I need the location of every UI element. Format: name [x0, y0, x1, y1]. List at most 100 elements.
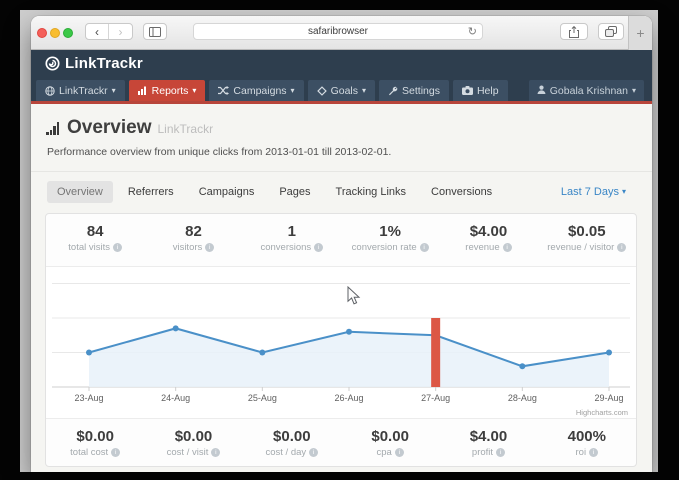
chevron-down-icon: ▾ — [362, 87, 366, 95]
info-icon[interactable]: i — [205, 243, 214, 252]
stat-revenue-visitor: $0.05 revenue / visitori — [538, 214, 636, 266]
tab-overview-button[interactable] — [598, 23, 624, 40]
stat-total-visits: 84total visitsi — [46, 214, 144, 266]
stat-revenue: $4.00revenuei — [439, 214, 537, 266]
address-bar-text: safaribrowser — [194, 26, 482, 37]
address-bar[interactable]: safaribrowser ↻ — [193, 23, 483, 40]
stat-value: $0.00 — [243, 428, 341, 445]
page-content: Overview LinkTrackr Performance overview… — [31, 104, 652, 472]
forward-button[interactable]: › — [109, 24, 132, 39]
stats-row-top: 84total visitsi82visitorsi1conversionsi1… — [46, 214, 636, 266]
date-range-label: Last 7 Days — [561, 186, 619, 198]
stat-label: total visits — [68, 242, 110, 253]
close-window-button[interactable] — [37, 28, 47, 38]
nav-label: LinkTrackr — [59, 85, 108, 97]
nav-item-settings[interactable]: Settings — [379, 80, 449, 101]
back-button[interactable]: ‹ — [86, 24, 109, 39]
header-divider — [31, 171, 652, 172]
info-icon[interactable]: i — [395, 448, 404, 457]
svg-text:27-Aug: 27-Aug — [421, 393, 450, 403]
nav-item-campaigns[interactable]: Campaigns ▾ — [209, 80, 303, 101]
info-icon[interactable]: i — [113, 243, 122, 252]
zoom-window-button[interactable] — [63, 28, 73, 38]
user-menu[interactable]: Gobala Krishnan ▾ — [529, 80, 644, 101]
stat-visitors: 82 visitorsi — [144, 214, 242, 266]
info-icon[interactable]: i — [589, 448, 598, 457]
svg-text:25-Aug: 25-Aug — [248, 393, 277, 403]
svg-text:28-Aug: 28-Aug — [508, 393, 537, 403]
stat-conversion-rate: 1%conversion ratei — [341, 214, 439, 266]
chevron-down-icon: ▾ — [622, 188, 626, 196]
svg-text:24-Aug: 24-Aug — [161, 393, 190, 403]
browser-toolbar: ‹ › safaribrowser ↻ — [31, 16, 652, 50]
chevron-down-icon: ▾ — [192, 87, 196, 95]
stat-total-cost: $0.00total costi — [46, 419, 144, 466]
stat-label: cost / day — [265, 447, 306, 458]
tab-campaigns[interactable]: Campaigns — [189, 181, 265, 203]
svg-text:23-Aug: 23-Aug — [74, 393, 103, 403]
reload-icon[interactable]: ↻ — [468, 25, 477, 39]
stat-value: 1 — [243, 223, 341, 240]
report-bars-icon — [46, 122, 59, 135]
tab-tracking-links[interactable]: Tracking Links — [326, 181, 417, 203]
tab-conversions[interactable]: Conversions — [421, 181, 502, 203]
nav-label: Goals — [331, 85, 358, 97]
info-icon[interactable]: i — [503, 243, 512, 252]
stat-value: 82 — [144, 223, 242, 240]
info-icon[interactable]: i — [496, 448, 505, 457]
info-icon[interactable]: i — [617, 243, 626, 252]
stat-value: $0.00 — [46, 428, 144, 445]
new-tab-button[interactable]: + — [628, 16, 652, 50]
stats-row-bottom: $0.00total costi$0.00cost / visiti$0.00c… — [46, 419, 636, 466]
stat-label: revenue — [465, 242, 499, 253]
nav-item-goals[interactable]: Goals ▾ — [308, 80, 375, 101]
window-controls — [37, 28, 73, 38]
tab-overview[interactable]: Overview — [47, 181, 113, 203]
tabs-icon — [605, 26, 617, 37]
info-icon[interactable]: i — [314, 243, 323, 252]
minimize-window-button[interactable] — [50, 28, 60, 38]
stat-label: profit — [472, 447, 493, 458]
sidebar-toggle-button[interactable] — [143, 23, 167, 40]
nav-label: Settings — [402, 85, 440, 97]
info-icon[interactable]: i — [111, 448, 120, 457]
logo-text[interactable]: LinkTrackr — [65, 55, 143, 72]
overview-card: 84total visitsi82visitorsi1conversionsi1… — [45, 213, 637, 467]
nav-item-help[interactable]: Help — [453, 80, 508, 101]
share-icon — [569, 26, 579, 38]
tab-referrers[interactable]: Referrers — [118, 181, 184, 203]
stat-value: $4.00 — [439, 428, 537, 445]
stat-label: visitors — [173, 242, 203, 253]
svg-text:29-Aug: 29-Aug — [594, 393, 623, 403]
tab-pages[interactable]: Pages — [269, 181, 320, 203]
stat-value: $0.05 — [538, 223, 636, 240]
chevron-down-icon: ▾ — [112, 87, 116, 95]
stat-label: revenue / visitor — [547, 242, 614, 253]
nav-item-linktrackr[interactable]: LinkTrackr ▾ — [36, 80, 125, 101]
diamond-icon — [317, 86, 327, 96]
user-icon — [537, 85, 546, 97]
chevron-down-icon: ▾ — [632, 87, 636, 95]
visits-chart[interactable]: 23-Aug24-Aug25-Aug26-Aug27-Aug28-Aug29-A… — [46, 266, 636, 419]
share-button[interactable] — [560, 23, 588, 40]
linktrackr-logo-icon — [45, 56, 60, 71]
stat-cost-visit: $0.00cost / visiti — [144, 419, 242, 466]
stat-label: conversion rate — [352, 242, 417, 253]
stat-conversions: 1 conversionsi — [243, 214, 341, 266]
stat-value: 400% — [538, 428, 636, 445]
plus-icon: + — [636, 25, 644, 41]
nav-label: Help — [477, 85, 499, 97]
safari-window: ‹ › safaribrowser ↻ — [31, 16, 652, 472]
info-icon[interactable]: i — [211, 448, 220, 457]
stat-label: conversions — [260, 242, 311, 253]
stat-cpa: $0.00cpai — [341, 419, 439, 466]
nav-item-reports[interactable]: Reports ▾ — [129, 80, 206, 101]
globe-icon — [45, 86, 55, 96]
stat-label: roi — [576, 447, 587, 458]
wrench-icon — [388, 86, 398, 96]
history-nav-group: ‹ › — [85, 23, 133, 40]
info-icon[interactable]: i — [309, 448, 318, 457]
date-range-select[interactable]: Last 7 Days ▾ — [561, 186, 626, 198]
nav-label: Campaigns — [233, 85, 286, 97]
info-icon[interactable]: i — [420, 243, 429, 252]
